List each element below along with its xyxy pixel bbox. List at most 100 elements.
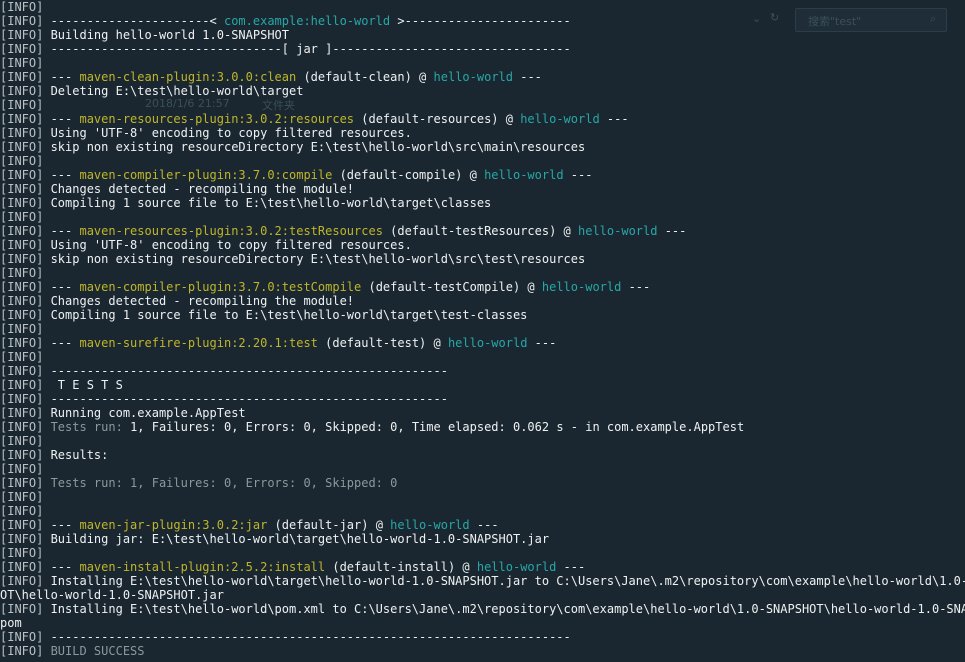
log-text: ---	[657, 224, 687, 238]
log-level-prefix: [INFO]	[0, 350, 51, 364]
console-line: [INFO] Changes detected - recompiling th…	[0, 182, 965, 196]
log-status: Tests run: 1, Failures: 0, Errors: 0, Sk…	[50, 476, 398, 490]
artifact-id: hello-world	[433, 70, 513, 84]
console-line: [INFO] --- maven-resources-plugin:3.0.2:…	[0, 112, 965, 126]
log-level-prefix: [INFO]	[0, 294, 51, 308]
log-text: (default-test) @	[317, 336, 448, 350]
console-line: [INFO] Compiling 1 source file to E:\tes…	[0, 308, 965, 322]
console-line: [INFO] Installing E:\test\hello-world\po…	[0, 602, 965, 616]
log-level-prefix: [INFO]	[0, 140, 51, 154]
console-line: [INFO] --- maven-compiler-plugin:3.7.0:c…	[0, 168, 965, 182]
log-level-prefix: [INFO]	[0, 364, 51, 378]
log-level-prefix: [INFO]	[0, 378, 51, 392]
console-line: [INFO] Running com.example.AppTest	[0, 406, 965, 420]
log-level-prefix: [INFO]	[0, 182, 51, 196]
log-text: Compiling 1 source file to E:\test\hello…	[50, 308, 528, 322]
log-level-prefix: [INFO]	[0, 196, 51, 210]
console-line: [INFO]	[0, 266, 965, 280]
console-line: [INFO] skip non existing resourceDirecto…	[0, 140, 965, 154]
console-line: [INFO] T E S T S	[0, 378, 965, 392]
log-level-prefix: [INFO]	[0, 630, 51, 644]
console-line: OT\hello-world-1.0-SNAPSHOT.jar	[0, 588, 965, 602]
log-level-prefix: [INFO]	[0, 308, 51, 322]
console-line: [INFO]	[0, 504, 965, 518]
log-text: 1, Failures: 0, Errors: 0, Skipped: 0, T…	[130, 420, 694, 434]
log-level-prefix: [INFO]	[0, 490, 51, 504]
console-line: [INFO]	[0, 490, 965, 504]
log-level-prefix: [INFO]	[0, 252, 51, 266]
log-level-prefix: [INFO]	[0, 532, 51, 546]
log-text: ---	[599, 112, 629, 126]
log-text: pom	[0, 616, 22, 630]
artifact-id: com.example:hello-world	[223, 14, 391, 28]
console-line: [INFO] Compiling 1 source file to E:\tes…	[0, 196, 965, 210]
log-text: ---	[527, 336, 557, 350]
log-level-prefix: [INFO]	[0, 224, 51, 238]
plugin-goal: maven-surefire-plugin:2.20.1:test	[79, 336, 318, 350]
log-level-prefix: [INFO]	[0, 126, 51, 140]
log-text: Changes detected - recompiling the modul…	[50, 294, 355, 308]
console-line: [INFO] Deleting E:\test\hello-world\targ…	[0, 84, 965, 98]
log-level-prefix: [INFO]	[0, 420, 51, 434]
console-line: [INFO] --- maven-clean-plugin:3.0.0:clea…	[0, 70, 965, 84]
log-level-prefix: [INFO]	[0, 14, 51, 28]
log-text: Installing E:\test\hello-world\target\he…	[50, 574, 965, 588]
console-line: [INFO] ---------------------------------…	[0, 364, 965, 378]
log-text: (default-jar) @	[267, 518, 391, 532]
log-text: ----------------------------------------…	[50, 392, 448, 406]
console-line: [INFO]	[0, 322, 965, 336]
console-line: [INFO] Installing E:\test\hello-world\ta…	[0, 574, 965, 588]
console-line: [INFO] Changes detected - recompiling th…	[0, 294, 965, 308]
log-text: ---	[50, 336, 80, 350]
log-text: OT\hello-world-1.0-SNAPSHOT.jar	[0, 588, 224, 602]
log-level-prefix: [INFO]	[0, 406, 51, 420]
plugin-goal: maven-clean-plugin:3.0.0:clean	[79, 70, 297, 84]
log-text: ---	[50, 518, 80, 532]
terminal-window[interactable]: ⌄ ↻ 搜索"test" ⌕ 2018/1/6 21:57 文件夹 [INFO]…	[0, 0, 965, 662]
console-line: [INFO] Tests run: 1, Failures: 0, Errors…	[0, 476, 965, 490]
log-text: Building hello-world 1.0-SNAPSHOT	[50, 28, 289, 42]
log-status: BUILD SUCCESS	[50, 644, 145, 658]
log-status: Tests run:	[50, 420, 131, 434]
artifact-id: hello-world	[447, 336, 528, 350]
log-text: (default-testCompile) @	[361, 280, 542, 294]
log-level-prefix: [INFO]	[0, 560, 51, 574]
artifact-id: hello-world	[390, 518, 470, 532]
log-text: ---	[50, 224, 80, 238]
log-level-prefix: [INFO]	[0, 70, 51, 84]
log-level-prefix: [INFO]	[0, 644, 51, 658]
console-line: [INFO]	[0, 546, 965, 560]
plugin-goal: maven-compiler-plugin:3.7.0:compile	[79, 168, 333, 182]
log-level-prefix: [INFO]	[0, 112, 51, 126]
log-level-prefix: [INFO]	[0, 42, 51, 56]
log-level-prefix: [INFO]	[0, 210, 51, 224]
log-text: ---	[469, 518, 499, 532]
console-line: [INFO]	[0, 98, 965, 112]
log-text: ---	[50, 560, 80, 574]
log-text: Using 'UTF-8' encoding to copy filtered …	[50, 238, 412, 252]
log-level-prefix: [INFO]	[0, 266, 51, 280]
log-text: AppTest	[693, 420, 745, 434]
log-level-prefix: [INFO]	[0, 448, 51, 462]
log-level-prefix: [INFO]	[0, 434, 51, 448]
log-text: (default-clean) @	[296, 70, 434, 84]
log-text: ----------------------<	[50, 14, 224, 28]
log-text: ---	[50, 112, 80, 126]
console-line: [INFO] Using 'UTF-8' encoding to copy fi…	[0, 238, 965, 252]
log-text: ---	[621, 280, 651, 294]
log-text: ----------------------------------------…	[50, 364, 448, 378]
console-output: [INFO] [INFO] ----------------------< co…	[0, 0, 965, 658]
log-level-prefix: [INFO]	[0, 504, 51, 518]
console-line: [INFO]	[0, 56, 965, 70]
console-line: [INFO] Building jar: E:\test\hello-world…	[0, 532, 965, 546]
console-line: [INFO]	[0, 210, 965, 224]
plugin-goal: maven-resources-plugin:3.0.2:testResourc…	[79, 224, 383, 238]
console-line: [INFO] Results:	[0, 448, 965, 462]
console-line: [INFO]	[0, 154, 965, 168]
log-level-prefix: [INFO]	[0, 462, 51, 476]
log-level-prefix: [INFO]	[0, 84, 51, 98]
log-text: Changes detected - recompiling the modul…	[50, 182, 355, 196]
log-level-prefix: [INFO]	[0, 0, 51, 14]
console-line: [INFO] --- maven-surefire-plugin:2.20.1:…	[0, 336, 965, 350]
log-text: Results:	[50, 448, 109, 462]
